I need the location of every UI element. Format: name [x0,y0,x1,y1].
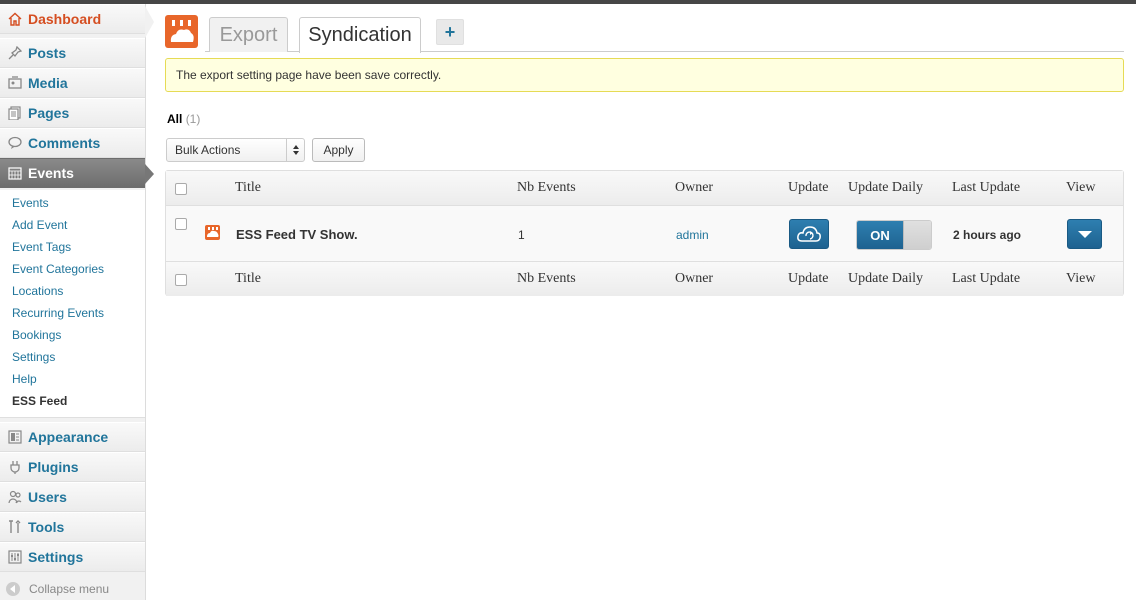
media-icon [7,75,23,91]
feed-icon [205,225,220,240]
row-checkbox[interactable] [175,218,187,230]
row-title[interactable]: ESS Feed TV Show. [236,227,358,242]
menu-label: Posts [28,45,67,61]
update-button[interactable] [789,219,829,249]
submenu-settings[interactable]: Settings [12,350,55,364]
calendar-icon [7,165,23,181]
menu-label: Comments [28,135,101,151]
menu-label: Settings [28,549,84,565]
row-last-update: 2 hours ago [953,228,1022,242]
filter-links: All (1) [167,112,200,126]
view-dropdown-button[interactable] [1067,219,1102,249]
column-update: Update [788,180,829,195]
admin-top-bar [0,0,1136,4]
menu-label: Plugins [28,459,79,475]
home-icon [7,11,23,27]
menu-item-events[interactable]: Events [0,158,154,188]
column-last-update[interactable]: Last Update [952,180,1020,196]
submenu-bookings[interactable]: Bookings [12,328,61,342]
table-header: Title Nb Events Owner Update Update Dail… [166,171,1123,206]
submenu-ess-feed[interactable]: ESS Feed [12,394,67,408]
bulk-actions-value: Bulk Actions [175,143,241,157]
table-row: ESS Feed TV Show. 1 admin ON 2 hours ago [166,206,1123,261]
ess-logo-icon [165,15,198,48]
tab-syndication[interactable]: Syndication [299,17,421,53]
column-update-daily: Update Daily [848,180,924,195]
pin-icon [7,45,23,61]
toggle-on-label: ON [857,221,903,249]
menu-label: Media [28,75,68,91]
menu-item-media[interactable]: Media [0,68,145,98]
submenu-recurring-events[interactable]: Recurring Events [12,306,104,320]
appearance-icon [7,429,23,445]
menu-item-posts[interactable]: Posts [0,38,145,68]
column-update-daily-footer: Update Daily [848,271,924,286]
menu-label: Appearance [28,429,109,445]
toggle-handle [903,221,931,249]
add-tab-button[interactable]: + [436,19,464,45]
column-view: View [1066,180,1096,195]
comment-icon [7,135,23,151]
cloud-refresh-icon [797,226,821,242]
column-title-footer[interactable]: Title [235,271,261,287]
update-daily-toggle[interactable]: ON [856,220,932,250]
table-footer: Title Nb Events Owner Update Update Dail… [166,261,1123,296]
events-submenu: Events Add Event Event Tags Event Catego… [0,190,145,418]
submenu-event-tags[interactable]: Event Tags [12,240,71,254]
bulk-actions-select[interactable]: Bulk Actions [166,138,305,162]
menu-item-comments[interactable]: Comments [0,128,145,158]
collapse-menu-label: Collapse menu [29,582,110,596]
chevron-down-icon [1077,230,1092,238]
menu-item-plugins[interactable]: Plugins [0,452,145,482]
notice-message: The export setting page have been save c… [165,58,1124,92]
column-update-footer: Update [788,271,829,286]
menu-label: Dashboard [28,11,102,27]
column-nb-events-footer[interactable]: Nb Events [517,271,576,287]
column-last-update-footer[interactable]: Last Update [952,271,1020,287]
submenu-events[interactable]: Events [12,196,49,210]
menu-item-pages[interactable]: Pages [0,98,145,128]
column-title[interactable]: Title [235,180,261,196]
menu-label: Pages [28,105,70,121]
row-nb-events: 1 [518,228,525,242]
menu-item-users[interactable]: Users [0,482,145,512]
column-owner-footer[interactable]: Owner [675,271,713,287]
column-nb-events[interactable]: Nb Events [517,180,576,196]
settings-icon [7,549,23,565]
select-arrows-icon [286,139,304,161]
plug-icon [7,459,23,475]
dashboard-notch [145,6,154,38]
users-icon [7,489,23,505]
menu-item-settings[interactable]: Settings [0,542,145,572]
apply-button[interactable]: Apply [312,138,365,162]
menu-label: Tools [28,519,65,535]
menu-item-appearance[interactable]: Appearance [0,422,145,452]
submenu-add-event[interactable]: Add Event [12,218,67,232]
notice-text: The export setting page have been save c… [176,68,442,82]
pages-icon [7,105,23,121]
filter-all-count: (1) [185,112,201,126]
collapse-arrow-icon [6,582,20,596]
select-all-checkbox[interactable] [175,183,187,195]
filter-all-link[interactable]: All [167,112,182,126]
menu-label: Users [28,489,67,505]
column-owner[interactable]: Owner [675,180,713,196]
menu-item-dashboard[interactable]: Dashboard [0,4,145,34]
column-view-footer: View [1066,271,1096,286]
tools-icon [7,519,23,535]
menu-item-tools[interactable]: Tools [0,512,145,542]
collapse-menu-button[interactable]: Collapse menu [6,582,109,596]
admin-sidebar: Dashboard Posts Media Pages Comments Eve… [0,4,154,600]
select-all-checkbox-footer[interactable] [175,274,187,286]
feeds-table: Title Nb Events Owner Update Update Dail… [165,170,1124,296]
submenu-locations[interactable]: Locations [12,284,63,298]
row-owner-link[interactable]: admin [676,228,709,242]
menu-label: Events [28,165,74,181]
tab-export[interactable]: Export [209,17,288,52]
submenu-help[interactable]: Help [12,372,37,386]
submenu-event-categories[interactable]: Event Categories [12,262,104,276]
